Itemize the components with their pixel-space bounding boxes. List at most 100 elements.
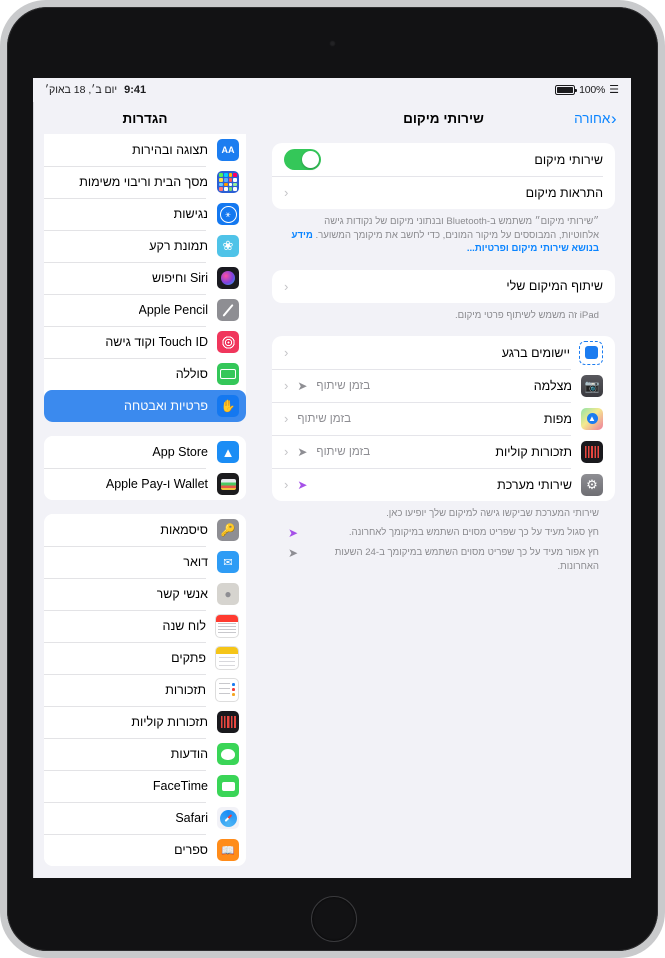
sidebar-item-privacy-security[interactable]: ✋ פרטיות ואבטחה	[44, 390, 246, 422]
books-icon: 📖	[217, 839, 239, 861]
status-time: 9:41	[124, 84, 147, 96]
row-voice-memos[interactable]: תזכורות קוליות בזמן שיתוף ➤ ›	[272, 435, 615, 468]
sidebar-scroll-area[interactable]: AA תצוגה ובהירות מסך הבית וריבוי משימות …	[34, 134, 256, 878]
legend-purple-arrow: חץ סגול מעיד על כך שפריט מסוים השתמש במי…	[272, 521, 615, 541]
safari-icon	[217, 807, 239, 829]
sidebar-item-label: מסך הבית וריבוי משימות	[79, 175, 208, 189]
sidebar-item-label: Wallet ו‑Apple Pay	[105, 477, 208, 491]
display-brightness-icon: AA	[217, 139, 239, 161]
sidebar-item-app-store[interactable]: ▲ App Store	[44, 436, 246, 468]
sidebar-item-label: FaceTime	[152, 779, 208, 793]
legend-text: חץ סגול מעיד על כך שפריט מסוים השתמש במי…	[348, 527, 599, 539]
settings-sidebar: הגדרות AA תצוגה ובהירות מסך הבית וריבוי …	[33, 102, 256, 878]
sidebar-item-voice-memos[interactable]: תזכורות קוליות	[44, 706, 246, 738]
row-label: יישומים ברגע	[501, 345, 570, 360]
chevron-right-icon: ›	[284, 378, 289, 394]
sidebar-item-label: לוח שנה	[162, 619, 206, 633]
app-clips-icon	[579, 340, 603, 365]
mail-icon: ✉	[217, 551, 239, 573]
sidebar-item-label: סוללה	[175, 367, 208, 381]
row-label: מצלמה	[533, 378, 572, 393]
detail-pane: › אחורה שירותי מיקום שירותי מיקום התראות…	[256, 102, 631, 878]
chevron-left-icon: ›	[611, 108, 617, 128]
row-label: התראות מיקום	[525, 185, 603, 200]
chevron-right-icon: ›	[284, 411, 289, 427]
voice-memos-icon	[581, 440, 603, 463]
sidebar-item-label: סיסמאות	[160, 523, 208, 537]
sidebar-item-label: App Store	[152, 445, 208, 459]
sidebar-item-mail[interactable]: ✉ דואר	[44, 546, 246, 578]
status-bar-right: יום ב׳, 18 באוק׳ 9:41	[45, 84, 146, 96]
row-label: שיתוף המיקום שלי	[506, 279, 603, 294]
notes-icon	[215, 646, 239, 670]
sidebar-item-display-brightness[interactable]: AA תצוגה ובהירות	[44, 134, 246, 166]
sidebar-item-facetime[interactable]: FaceTime	[44, 770, 246, 802]
sidebar-item-label: ספרים	[174, 843, 208, 857]
row-value: בזמן שיתוף	[316, 445, 371, 458]
sidebar-item-books[interactable]: 📖 ספרים	[44, 834, 246, 866]
sidebar-item-messages[interactable]: הודעות	[44, 738, 246, 770]
location-services-card: שירותי מיקום התראות מיקום ›	[272, 143, 615, 209]
sidebar-item-home-screen[interactable]: מסך הבית וריבוי משימות	[44, 166, 246, 198]
sidebar-item-battery[interactable]: סוללה	[44, 358, 246, 390]
chevron-right-icon: ›	[284, 477, 289, 493]
sidebar-item-safari[interactable]: Safari	[44, 802, 246, 834]
sidebar-item-siri-search[interactable]: Siri וחיפוש	[44, 262, 246, 294]
row-value: בזמן שיתוף	[316, 379, 371, 392]
sidebar-item-touch-id[interactable]: Touch ID וקוד גישה	[44, 326, 246, 358]
sidebar-item-accessibility[interactable]: ⚹ נגישות	[44, 198, 246, 230]
back-button[interactable]: › אחורה	[574, 108, 617, 128]
row-app-clips[interactable]: יישומים ברגע ›	[272, 336, 615, 369]
sidebar-item-calendar[interactable]: לוח שנה	[44, 610, 246, 642]
row-location-alerts[interactable]: התראות מיקום ›	[272, 176, 615, 209]
legend-gray-arrow: חץ אפור מעיד על כך שפריט מסוים השתמש במי…	[272, 541, 615, 573]
home-button[interactable]	[311, 896, 357, 942]
row-location-services[interactable]: שירותי מיקום	[272, 143, 615, 176]
sidebar-item-passwords[interactable]: 🔑 סיסמאות	[44, 514, 246, 546]
sidebar-item-apple-pencil[interactable]: Apple Pencil	[44, 294, 246, 326]
sidebar-header: הגדרות	[34, 102, 256, 134]
status-bar: 100% ☰ יום ב׳, 18 באוק׳ 9:41	[33, 78, 631, 102]
ipad-screen: 100% ☰ יום ב׳, 18 באוק׳ 9:41 › אחורה שיר…	[33, 78, 631, 878]
camera-icon: 📷	[581, 374, 603, 397]
legend-text: חץ אפור מעיד על כך שפריט מסוים השתמש במי…	[334, 547, 599, 572]
row-maps[interactable]: ▲ מפות בזמן שיתוף ›	[272, 402, 615, 435]
sidebar-item-notes[interactable]: פתקים	[44, 642, 246, 674]
sidebar-item-label: תזכורות	[165, 683, 206, 697]
footnote-text: ״שירותי מיקום״ משתמש ב‑Bluetooth ובנתוני…	[312, 216, 599, 241]
system-services-icon: ⚙	[581, 473, 603, 496]
sidebar-item-wallet-apple-pay[interactable]: Wallet ו‑Apple Pay	[44, 468, 246, 500]
sidebar-item-reminders[interactable]: תזכורות	[44, 674, 246, 706]
location-services-toggle[interactable]	[284, 149, 321, 170]
privacy-security-icon: ✋	[217, 395, 239, 417]
split-view: › אחורה שירותי מיקום שירותי מיקום התראות…	[33, 102, 631, 878]
location-arrow-purple-icon: ➤	[288, 526, 299, 541]
status-date: יום ב׳, 18 באוק׳	[45, 84, 118, 96]
location-arrow-gray-icon: ➤	[297, 444, 308, 459]
apple-pencil-icon	[217, 299, 239, 321]
share-location-footnote: iPad זה משמש לשיתוף פרטי מיקום.	[454, 309, 599, 321]
share-my-location-card: שיתוף המיקום שלי ›	[272, 269, 615, 303]
facetime-icon	[217, 775, 239, 797]
row-camera[interactable]: 📷 מצלמה בזמן שיתוף ➤ ›	[272, 369, 615, 402]
sidebar-item-wallpaper[interactable]: ❀ תמונת רקע	[44, 230, 246, 262]
row-label: שירותי מערכת	[497, 477, 572, 492]
row-system-services[interactable]: ⚙ שירותי מערכת ➤ ›	[272, 468, 615, 501]
sidebar-item-contacts[interactable]: ● אנשי קשר	[44, 578, 246, 610]
chevron-right-icon: ›	[284, 345, 289, 361]
chevron-right-icon: ›	[284, 278, 289, 294]
detail-scroll-area: שירותי מיקום התראות מיקום › ״שירותי מיקו…	[256, 134, 631, 573]
sidebar-item-label: נגישות	[173, 207, 208, 221]
location-arrow-purple-icon: ➤	[297, 477, 308, 492]
row-value: בזמן שיתוף	[297, 412, 352, 425]
reminders-icon	[215, 678, 239, 702]
passwords-icon: 🔑	[217, 519, 239, 541]
sidebar-item-label: Siri וחיפוש	[151, 271, 208, 285]
location-arrow-gray-icon: ➤	[297, 378, 308, 393]
sidebar-item-label: Safari	[175, 811, 208, 825]
front-camera	[329, 40, 336, 47]
row-share-my-location[interactable]: שיתוף המיקום שלי ›	[272, 270, 615, 303]
siri-search-icon	[217, 267, 239, 289]
sidebar-item-label: Touch ID וקוד גישה	[105, 335, 208, 349]
sidebar-item-label: פתקים	[171, 651, 206, 665]
